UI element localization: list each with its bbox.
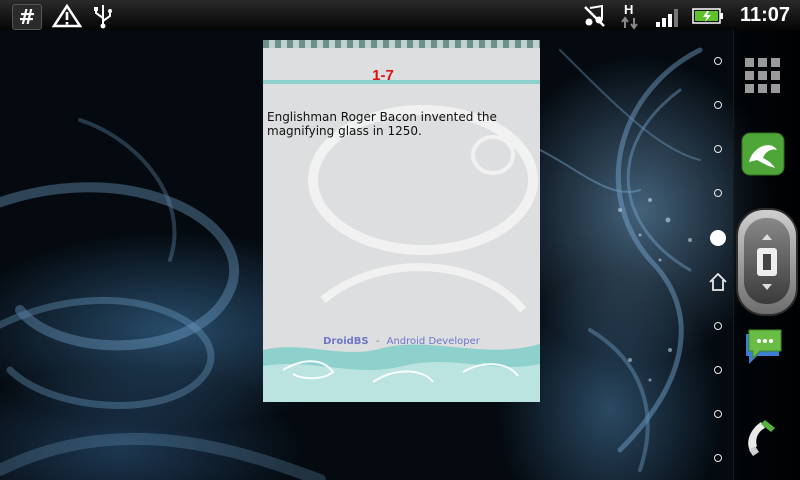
home-page-indicator: [709, 30, 727, 480]
card-footer: DroidBS - Android Developer: [263, 336, 540, 347]
page-dot[interactable]: [714, 322, 722, 330]
page-dot[interactable]: [714, 454, 722, 462]
hash-icon[interactable]: #: [12, 4, 42, 30]
page-dot[interactable]: [714, 410, 722, 418]
hspa-data-icon: H: [621, 2, 638, 30]
card-title-divider: [263, 80, 540, 84]
messaging-icon[interactable]: [741, 326, 785, 370]
navigation-trackball[interactable]: [736, 208, 798, 316]
page-dot[interactable]: [714, 101, 722, 109]
app-drawer-icon[interactable]: [741, 54, 785, 98]
signal-icon: [656, 9, 678, 27]
status-clock: 11:07: [739, 4, 790, 26]
warning-icon[interactable]: [52, 4, 82, 28]
status-bar: # H 11:07: [0, 0, 800, 30]
battery-charging-icon: [692, 8, 723, 24]
dolphin-browser-icon[interactable]: [741, 132, 785, 176]
footer-brand: DroidBS: [323, 336, 369, 347]
footer-separator: -: [375, 336, 380, 347]
page-dot[interactable]: [714, 57, 722, 65]
page-dot[interactable]: [714, 145, 722, 153]
page-dot[interactable]: [714, 366, 722, 374]
card-background-swirl: [308, 105, 538, 313]
svg-text:H: H: [624, 2, 633, 17]
footer-role: Android Developer: [386, 336, 480, 347]
card-fact-text: Englishman Roger Bacon invented the magn…: [267, 110, 497, 138]
page-dot[interactable]: [714, 189, 722, 197]
usb-icon[interactable]: [90, 3, 116, 29]
music-muted-icon: [584, 4, 605, 27]
app-dock: [733, 30, 800, 480]
navigation-trackball-icon: [757, 234, 777, 290]
page-dot-active[interactable]: [710, 230, 726, 246]
fact-card: 1-7 Englishman Roger Bacon invented the …: [263, 40, 540, 402]
phone-icon[interactable]: [741, 414, 785, 458]
home-icon[interactable]: [708, 272, 728, 292]
